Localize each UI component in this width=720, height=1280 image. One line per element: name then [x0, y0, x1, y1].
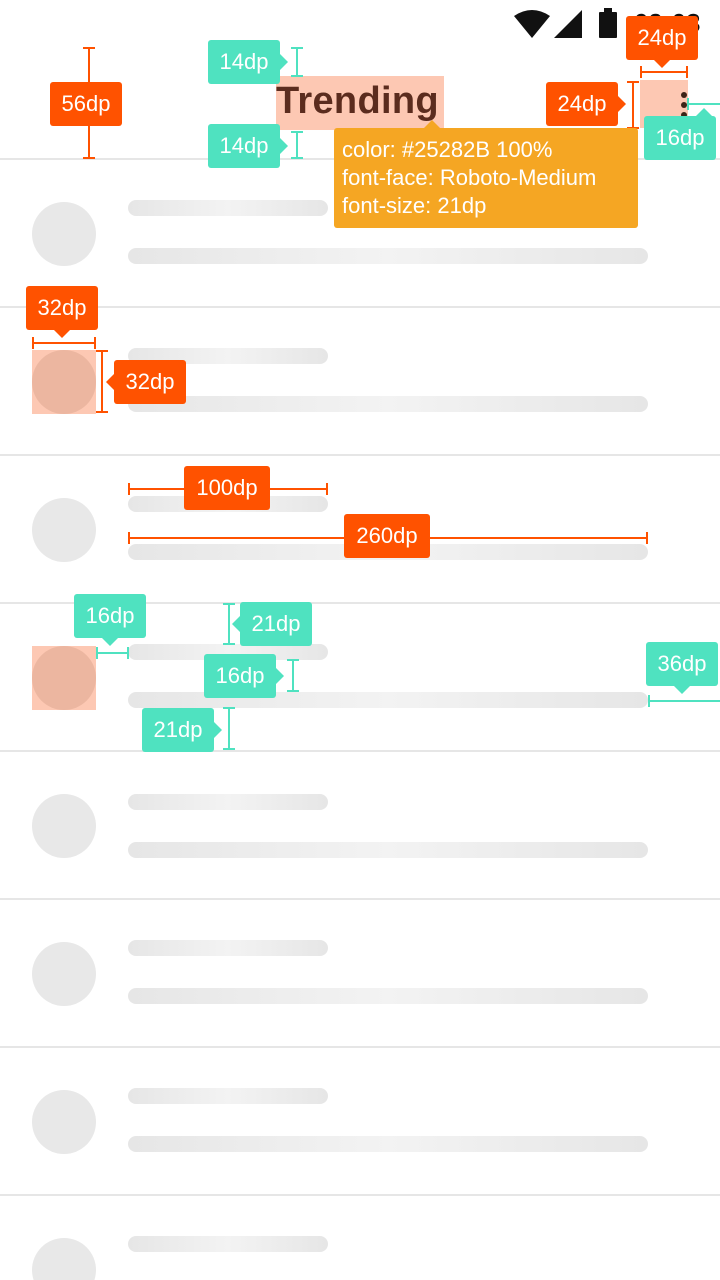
- icon-width-badge: 24dp: [626, 16, 698, 68]
- list-item[interactable]: [0, 900, 720, 1048]
- list-item[interactable]: [0, 1048, 720, 1196]
- battery-icon: [599, 8, 617, 38]
- icon-height-badge: 24dp: [546, 82, 626, 126]
- avatar-placeholder: [32, 646, 96, 710]
- title-placeholder: [128, 200, 328, 216]
- badge-label: 16dp: [655, 125, 705, 150]
- title-top-padding-badge: 14dp: [208, 40, 288, 84]
- avatar-height-badge: 32dp: [106, 360, 186, 404]
- avatar-placeholder: [32, 942, 96, 1006]
- app-bar-height-badge: 56dp: [50, 82, 122, 126]
- spec-font-size: font-size: 21dp: [342, 193, 487, 218]
- badge-label: 16dp: [85, 603, 135, 628]
- short-line-width-badge: 100dp: [184, 466, 270, 510]
- title-placeholder: [128, 940, 328, 956]
- page-title: Trending: [276, 80, 439, 122]
- spec-font-face: font-face: Roboto-Medium: [342, 165, 597, 190]
- title-bottom-padding-badge: 14dp: [208, 124, 288, 168]
- badge-label: 24dp: [637, 25, 687, 50]
- avatar-placeholder: [32, 350, 96, 414]
- avatar-gap-badge: 16dp: [74, 594, 146, 646]
- badge-label: 32dp: [37, 295, 87, 320]
- avatar-placeholder: [32, 202, 96, 266]
- status-bar: 09:03: [0, 0, 720, 48]
- line-right-margin-badge: 36dp: [646, 642, 718, 694]
- row-bottom-padding-badge: 21dp: [142, 708, 222, 752]
- badge-label: 14dp: [219, 49, 269, 74]
- title-placeholder: [128, 1088, 328, 1104]
- title-placeholder: [128, 794, 328, 810]
- avatar-placeholder: [32, 1090, 96, 1154]
- list-item[interactable]: [0, 752, 720, 900]
- row-top-padding-badge: 21dp: [232, 602, 312, 646]
- cellular-signal-icon: [554, 10, 582, 38]
- badge-label: 16dp: [215, 663, 265, 688]
- line-gap-badge: 16dp: [204, 654, 284, 698]
- subtitle-placeholder: [128, 842, 648, 858]
- badge-label: 36dp: [657, 651, 707, 676]
- title-placeholder: [128, 1236, 328, 1252]
- avatar-placeholder: [32, 498, 96, 562]
- avatar-placeholder: [32, 794, 96, 858]
- badge-label: 56dp: [61, 91, 111, 116]
- icon-right-margin-badge: 16dp: [644, 108, 716, 160]
- badge-label: 100dp: [196, 475, 258, 500]
- subtitle-placeholder: [128, 396, 648, 412]
- badge-label: 14dp: [219, 133, 269, 158]
- badge-label: 32dp: [125, 369, 175, 394]
- subtitle-placeholder: [128, 1136, 648, 1152]
- long-line-width-badge: 260dp: [344, 514, 430, 558]
- wifi-icon: [514, 10, 550, 38]
- spec-color: color: #25282B 100%: [342, 137, 553, 162]
- list-item[interactable]: [0, 1196, 720, 1280]
- badge-label: 24dp: [557, 91, 607, 116]
- subtitle-placeholder: [128, 248, 648, 264]
- avatar-placeholder: [32, 1238, 96, 1280]
- badge-label: 21dp: [251, 611, 301, 636]
- badge-label: 260dp: [356, 523, 418, 548]
- badge-label: 21dp: [153, 717, 203, 742]
- subtitle-placeholder: [128, 988, 648, 1004]
- title-font-spec-tooltip: color: #25282B 100% font-face: Roboto-Me…: [334, 120, 638, 228]
- avatar-width-badge: 32dp: [26, 286, 98, 338]
